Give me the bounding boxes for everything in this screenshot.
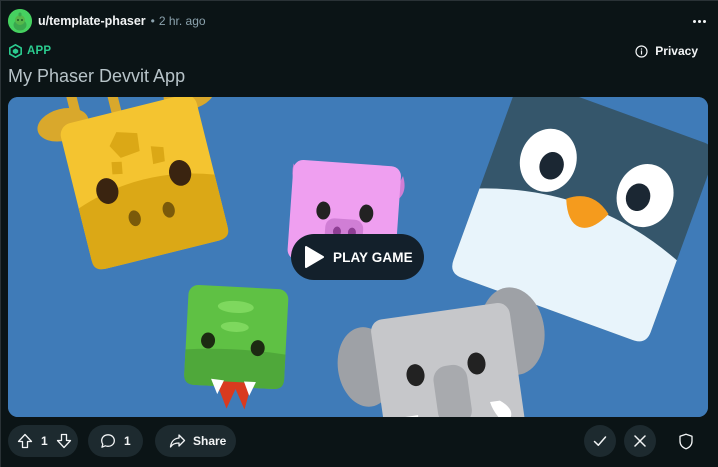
more-horizontal-icon	[692, 19, 706, 23]
app-cube-icon	[9, 44, 22, 58]
snoo-avatar-icon[interactable]	[8, 9, 32, 33]
mod-actions-button[interactable]	[670, 425, 702, 457]
post-time: 2 hr. ago	[158, 14, 206, 28]
more-options-button[interactable]	[690, 12, 708, 30]
share-label: Share	[193, 434, 227, 448]
share-arrow-icon	[169, 433, 186, 449]
vote-pill: 1	[8, 425, 78, 457]
privacy-button[interactable]: Privacy	[635, 44, 698, 58]
play-game-button[interactable]: PLAY GAME	[291, 234, 424, 280]
share-button[interactable]: Share	[155, 425, 236, 457]
app-badge: APP	[9, 44, 51, 58]
privacy-label: Privacy	[655, 44, 698, 58]
arrow-down-icon[interactable]	[56, 433, 72, 449]
checkmark-icon	[592, 433, 608, 449]
upvote-count: 1	[41, 434, 48, 448]
left-divider	[0, 0, 1, 467]
comment-bubble-icon	[100, 433, 116, 449]
top-divider	[0, 0, 718, 1]
arrow-up-icon[interactable]	[17, 433, 33, 449]
close-icon	[632, 433, 648, 449]
post-author[interactable]: u/template-phaser	[38, 14, 146, 28]
comment-count: 1	[124, 434, 131, 448]
post-header: u/template-phaser • 2 hr. ago	[8, 9, 206, 33]
info-circle-icon	[635, 44, 648, 58]
play-game-label: PLAY GAME	[333, 249, 413, 265]
remove-button[interactable]	[624, 425, 656, 457]
play-triangle-icon	[303, 245, 325, 269]
approve-button[interactable]	[584, 425, 616, 457]
meta-separator: •	[150, 14, 155, 28]
shield-icon	[678, 433, 694, 450]
comments-button[interactable]: 1	[88, 425, 143, 457]
post-title[interactable]: My Phaser Devvit App	[8, 66, 185, 87]
app-badge-label: APP	[27, 45, 52, 57]
